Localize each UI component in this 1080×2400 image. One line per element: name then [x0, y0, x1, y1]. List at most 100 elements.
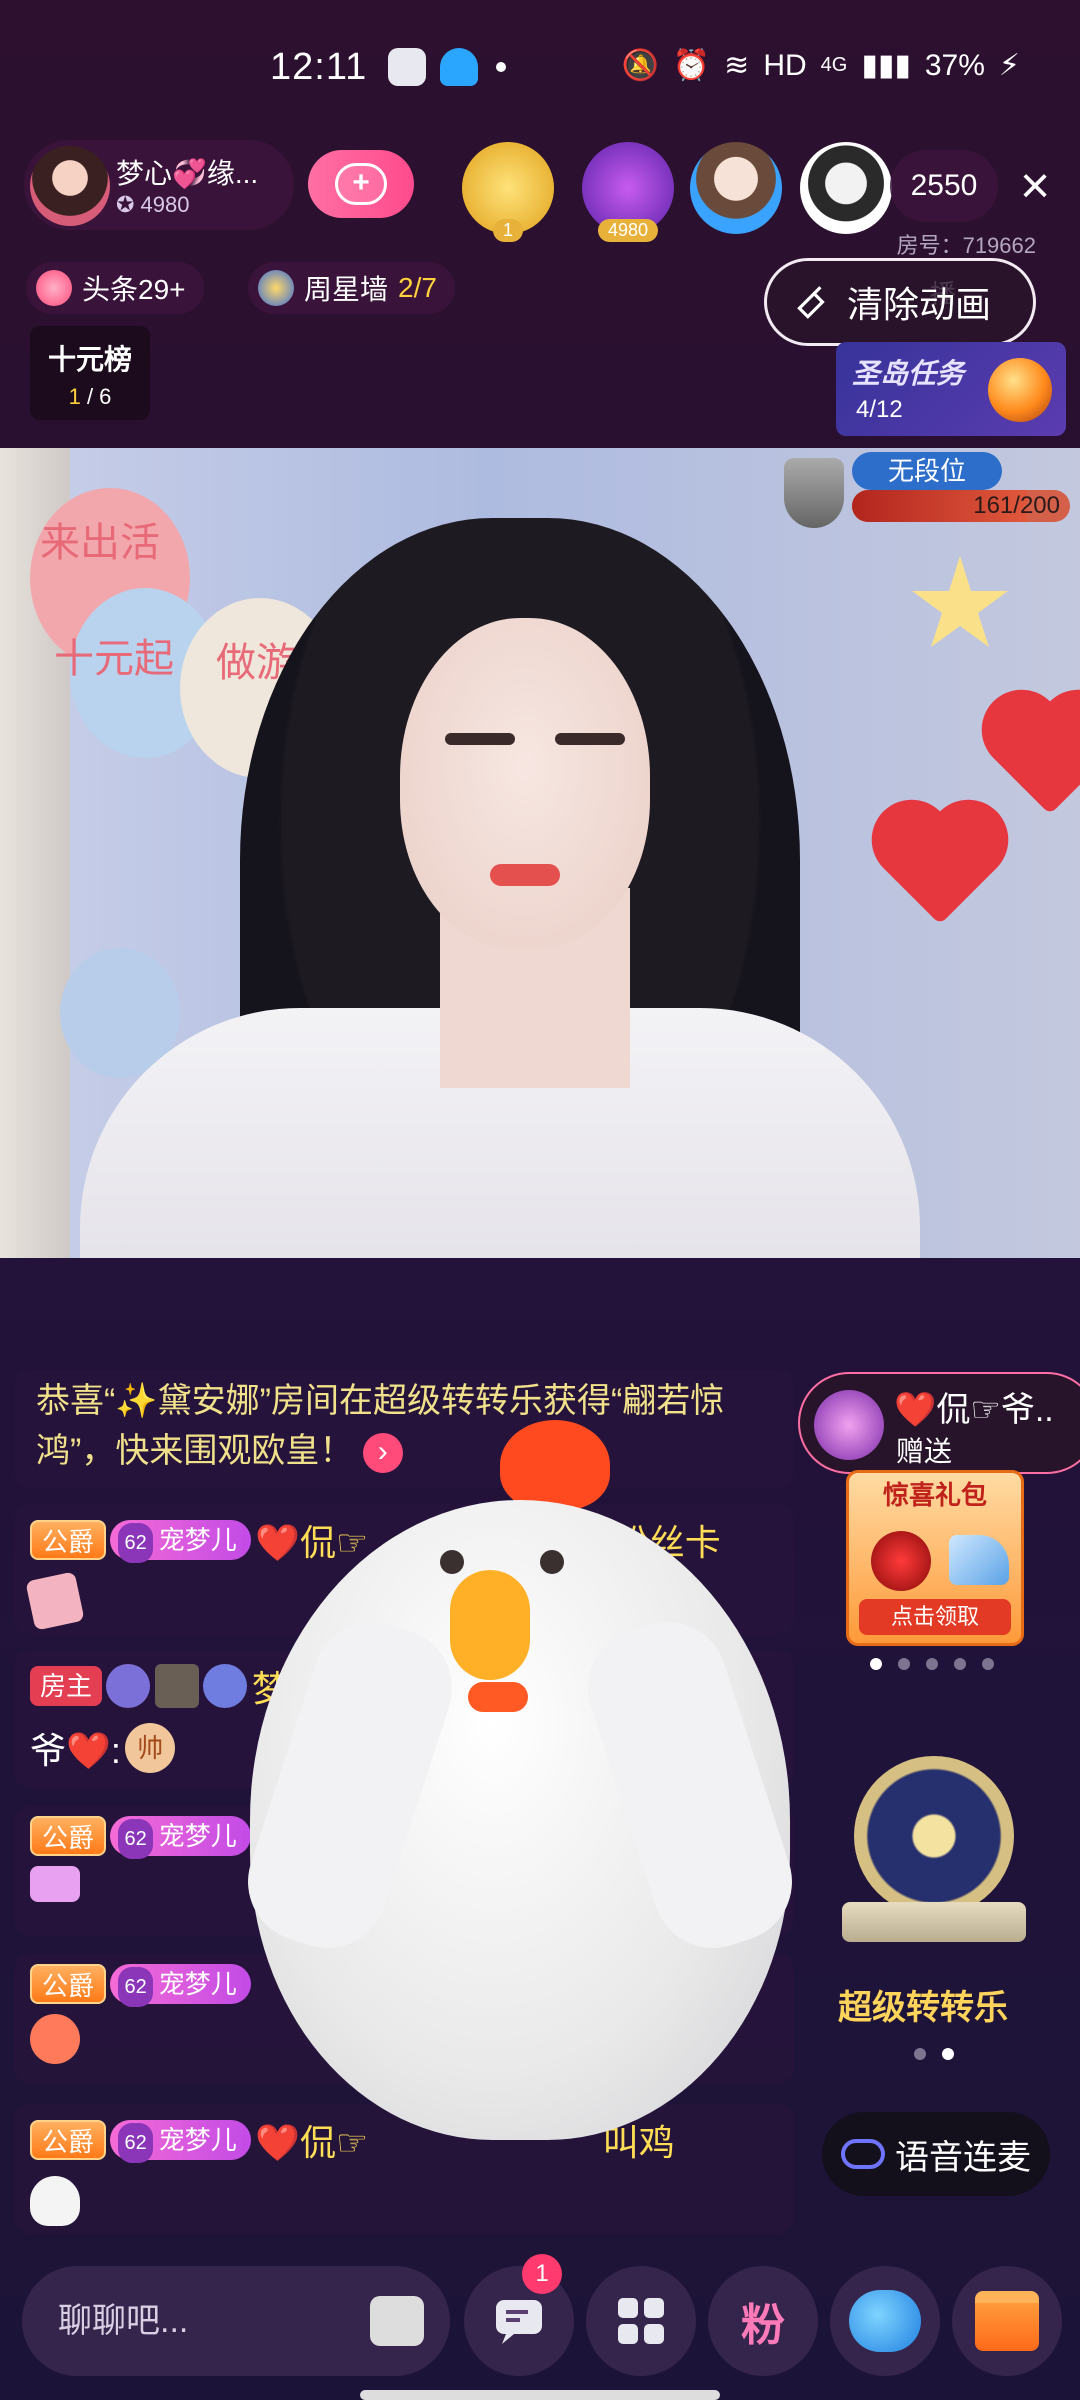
- surprise-gift-pack[interactable]: 惊喜礼包 点击领取: [846, 1470, 1024, 1646]
- voice-link-label: 语音连麦: [895, 2138, 1031, 2177]
- fan-level-name: 宠梦儿: [158, 1821, 237, 1851]
- fan-level-number: 62: [118, 1819, 153, 1859]
- streamer-eye-right: [555, 733, 625, 745]
- streamer-eye-left: [445, 733, 515, 745]
- fan-level-badge: 62 宠梦儿: [110, 1520, 251, 1563]
- streamer-face: [400, 618, 650, 948]
- headline-chip[interactable]: 头条29+: [26, 262, 204, 314]
- star-icon: [258, 270, 294, 306]
- heart-sticker-icon-2: [883, 811, 997, 925]
- host-avatar[interactable]: [30, 146, 110, 226]
- sofa-icon[interactable]: [370, 2296, 424, 2346]
- fan-level-badge: 62 宠梦儿: [110, 2120, 251, 2163]
- room-number: 房号：719662: [896, 233, 1036, 258]
- viewer-fans-badge: 4980: [597, 219, 659, 242]
- gift-carousel-dots[interactable]: [870, 1658, 994, 1670]
- game-button[interactable]: [830, 2266, 940, 2376]
- carousel-dot[interactable]: [870, 1658, 882, 1670]
- host-card[interactable]: 梦心💞缘... ✪ 4980: [24, 140, 294, 230]
- super-wheel-label[interactable]: 超级转转乐: [838, 1980, 1008, 2029]
- grid-icon: [618, 2298, 664, 2344]
- wheel-carousel-dots[interactable]: [914, 2048, 954, 2060]
- flame-icon: [36, 270, 72, 306]
- clear-animation-label: 清除动画: [847, 284, 992, 325]
- carousel-dot[interactable]: [982, 1658, 994, 1670]
- rose-icon: [871, 1531, 931, 1591]
- host-name: 梦心💞缘...: [116, 158, 259, 189]
- weekly-star-label: 周星墙: [304, 274, 389, 305]
- fans-club-button[interactable]: 粉: [708, 2266, 818, 2376]
- carousel-dot[interactable]: [914, 2048, 926, 2060]
- message-line-2: 爷❤️:: [30, 1730, 121, 1771]
- island-task-banner[interactable]: 圣岛任务 4/12: [836, 342, 1066, 436]
- handsome-badge: 帅: [125, 1723, 176, 1773]
- shield-icon: [784, 458, 844, 528]
- qq-icon: [440, 48, 478, 86]
- headline-label: 头条29+: [82, 274, 186, 305]
- chicken-eye-left: [440, 1550, 464, 1574]
- ten-yuan-rank[interactable]: 十元榜 1 / 6: [30, 326, 150, 420]
- segment-progress-bar[interactable]: 161/200: [852, 490, 1070, 522]
- duke-badge: 公爵: [30, 1964, 107, 2004]
- gift-button[interactable]: [952, 2266, 1062, 2376]
- close-icon[interactable]: ×: [1010, 156, 1060, 216]
- carousel-dot[interactable]: [954, 1658, 966, 1670]
- chicken-comb: [500, 1420, 610, 1510]
- host-fans-count: ✪ 4980: [116, 192, 190, 217]
- message-button[interactable]: 1: [464, 2254, 574, 2376]
- viewer-avatar-3[interactable]: [690, 142, 782, 234]
- broom-icon: [797, 286, 825, 319]
- carousel-dot[interactable]: [926, 1658, 938, 1670]
- star-sticker-icon: [912, 556, 1008, 647]
- gift-sender-name: ❤️侃☞爷..: [894, 1391, 1054, 1429]
- chat-input-box[interactable]: [22, 2266, 450, 2376]
- fan-card-icon: [25, 1571, 85, 1631]
- duke-badge: 公爵: [30, 1816, 107, 1856]
- claim-gift-button[interactable]: 点击领取: [859, 1599, 1011, 1635]
- super-wheel[interactable]: [842, 1746, 1026, 1942]
- carousel-dot[interactable]: [942, 2048, 954, 2060]
- weekly-star-chip[interactable]: 周星墙 2/7: [248, 262, 455, 314]
- task-title: 圣岛任务: [852, 358, 965, 389]
- viewer-avatar-1[interactable]: 1: [462, 142, 554, 242]
- chat-bubble-icon: [496, 2300, 542, 2344]
- wheel-icon: [854, 1756, 1014, 1916]
- live-room-screen: 12:11 🔕 ⏰ ≋ HD 4G ▮▮▮ 37% ⚡ 梦心💞缘... ✪ 49…: [0, 0, 1080, 2400]
- fan-level-name: 宠梦儿: [158, 1969, 237, 1999]
- duke-badge: 公爵: [30, 1520, 107, 1560]
- medal-icon: [106, 1664, 151, 1708]
- signal-type: 4G: [820, 54, 848, 76]
- follow-button[interactable]: +: [308, 150, 414, 218]
- viewer-avatar-4[interactable]: [800, 142, 892, 234]
- fan-level-badge: 62 宠梦儿: [110, 1816, 251, 1859]
- wifi-icon: ≋: [724, 49, 750, 82]
- gift-notification[interactable]: ❤️侃☞爷.. 赠送: [798, 1372, 1080, 1474]
- ten-yuan-rank-current: 1: [68, 384, 81, 409]
- fan-level-number: 62: [118, 2123, 153, 2163]
- online-count[interactable]: 2550: [890, 150, 998, 222]
- live-video[interactable]: 来出活 十元起 做游戏 无段位 161/200: [0, 448, 1080, 1258]
- more-apps-button[interactable]: [586, 2266, 696, 2376]
- chat-input[interactable]: [58, 2294, 358, 2348]
- fan-level-number: 62: [118, 1967, 153, 2007]
- link-icon: [841, 2139, 885, 2169]
- carousel-dot[interactable]: [898, 1658, 910, 1670]
- more-notifications-dot-icon: [496, 62, 506, 72]
- octopus-gift-icon: [30, 2014, 80, 2064]
- chicken-gift-icon: [30, 2176, 80, 2226]
- viewer-avatar-2[interactable]: 4980: [582, 142, 674, 242]
- chicken-wattle: [468, 1682, 528, 1712]
- message-notification-badge: 1: [522, 2254, 562, 2294]
- gift-action: 赠送: [896, 1436, 953, 1467]
- chicken-gift-animation: [232, 1420, 808, 2160]
- home-indicator[interactable]: [360, 2390, 720, 2400]
- task-progress: 4/12: [856, 396, 903, 423]
- voice-link-button[interactable]: 语音连麦: [822, 2112, 1050, 2196]
- clear-animation-button[interactable]: 清除动画: [764, 258, 1036, 346]
- wheel-base: [842, 1902, 1026, 1942]
- fan-level-badge: 62 宠梦儿: [110, 1964, 251, 2007]
- duke-badge: 公爵: [30, 2120, 107, 2160]
- crystal-shoe-icon: [949, 1535, 1009, 1585]
- segment-label[interactable]: 无段位: [852, 452, 1002, 490]
- gift-sender-avatar: [814, 1390, 884, 1460]
